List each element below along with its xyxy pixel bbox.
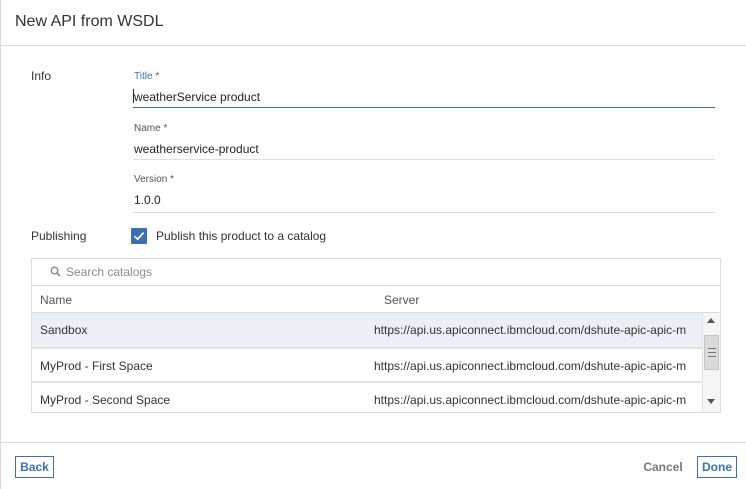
table-row-myprod-second-space[interactable]: MyProd - Second Space https://api.us.api…	[32, 383, 702, 417]
catalog-name-cell: MyProd - Second Space	[40, 393, 171, 407]
grip-line	[708, 356, 716, 357]
catalog-server-cell: https://api.us.apiconnect.ibmcloud.com/d…	[374, 359, 687, 373]
name-input-underline	[133, 159, 715, 160]
grip-line	[708, 352, 716, 353]
publish-checkbox[interactable]	[131, 228, 147, 244]
done-button[interactable]: Done	[697, 456, 737, 478]
catalog-server-cell: https://api.us.apiconnect.ibmcloud.com/d…	[374, 393, 687, 407]
new-api-dialog: New API from WSDL Info Title * weatherSe…	[0, 0, 746, 489]
version-input[interactable]: 1.0.0	[134, 193, 161, 207]
publishing-section-label: Publishing	[31, 229, 87, 243]
search-catalogs-input[interactable]	[66, 264, 566, 280]
version-field-label: Version *	[134, 174, 175, 185]
scroll-up-arrow-icon[interactable]	[707, 318, 715, 323]
column-header-server[interactable]: Server	[384, 293, 419, 307]
cancel-button[interactable]: Cancel	[639, 456, 687, 478]
title-input-underline	[133, 107, 715, 108]
back-button[interactable]: Back	[15, 456, 54, 478]
name-input[interactable]: weatherservice-product	[134, 142, 259, 156]
table-row-sandbox[interactable]: Sandbox https://api.us.apiconnect.ibmclo…	[32, 313, 702, 347]
catalog-name-cell: MyProd - First Space	[40, 359, 153, 373]
name-field-label: Name *	[134, 123, 168, 134]
catalog-table: Name Server Sandbox https://api.us.apico…	[31, 258, 721, 413]
catalog-name-cell: Sandbox	[40, 323, 88, 337]
scroll-down-arrow-icon[interactable]	[707, 399, 715, 404]
info-section-label: Info	[31, 69, 52, 83]
table-scrollbar[interactable]	[702, 313, 720, 412]
footer-divider	[1, 442, 746, 443]
search-icon	[50, 266, 61, 277]
checkmark-icon	[133, 232, 145, 241]
grip-line	[708, 348, 716, 349]
column-header-name[interactable]: Name	[40, 293, 72, 307]
version-input-underline	[133, 212, 715, 213]
table-row-myprod-first-space[interactable]: MyProd - First Space https://api.us.apic…	[32, 349, 702, 383]
catalog-search	[32, 259, 720, 286]
required-mark: *	[170, 174, 175, 185]
scrollbar-thumb[interactable]	[704, 335, 719, 370]
dialog-title: New API from WSDL	[15, 13, 164, 30]
publish-checkbox-label[interactable]: Publish this product to a catalog	[156, 229, 326, 243]
required-mark: *	[155, 71, 160, 82]
catalog-server-cell: https://api.us.apiconnect.ibmcloud.com/d…	[374, 323, 687, 337]
title-field-label: Title *	[134, 71, 160, 82]
required-mark: *	[163, 123, 168, 134]
dialog-header: New API from WSDL	[1, 0, 746, 46]
text-caret	[133, 89, 134, 103]
title-input[interactable]: weatherService product	[134, 90, 260, 104]
